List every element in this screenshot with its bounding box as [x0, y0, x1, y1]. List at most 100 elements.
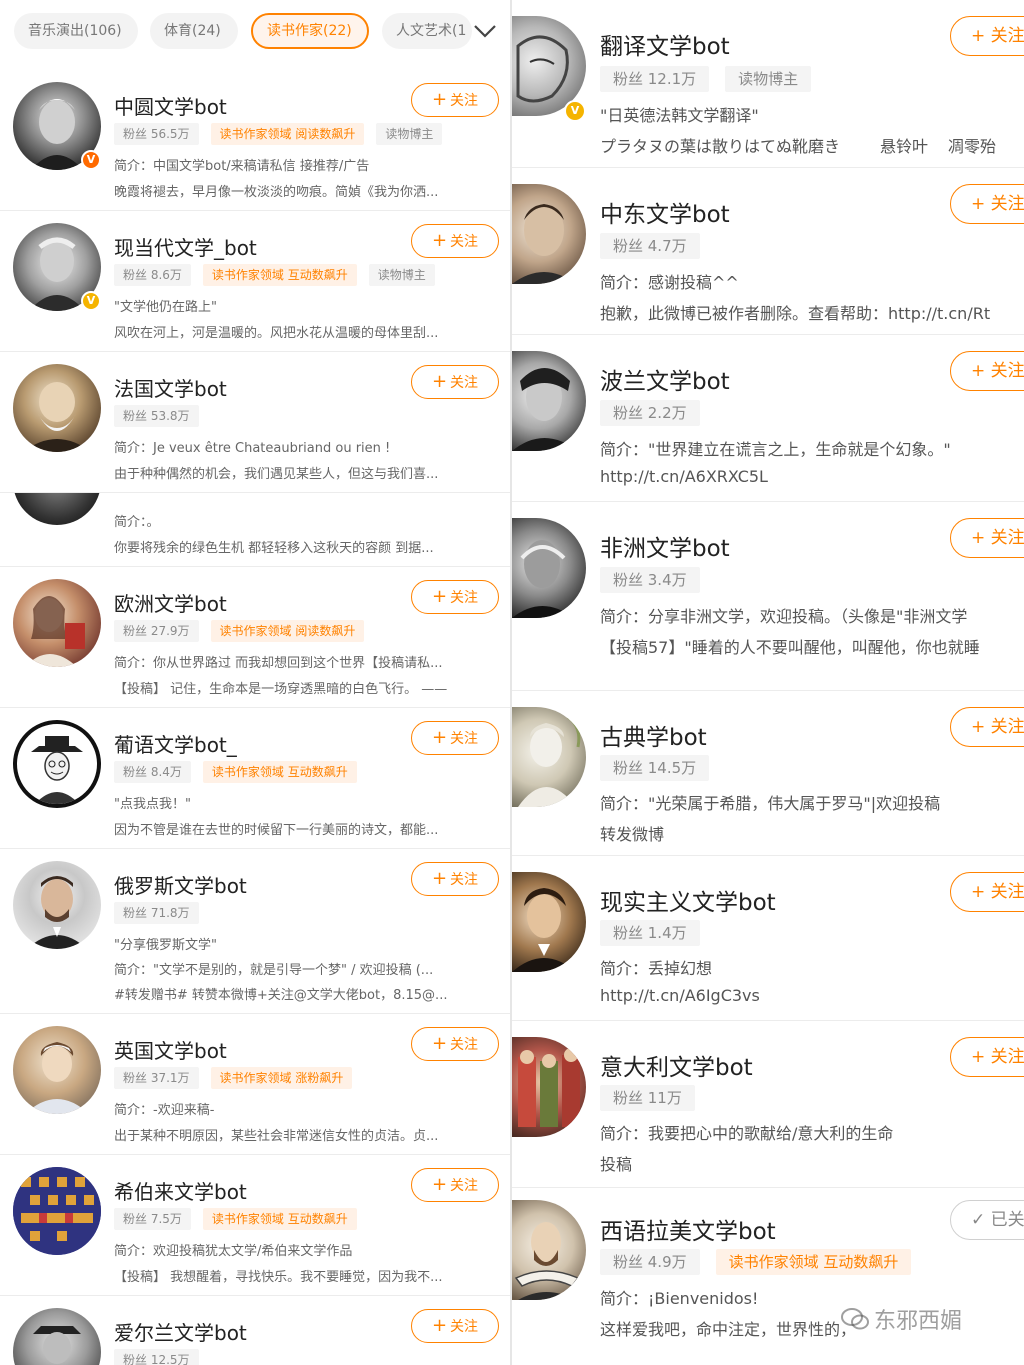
- latest-post-text: 出于某种不明原因，某些社会非常迷信女性的贞洁。贞...: [114, 1129, 439, 1144]
- user-card[interactable]: V 现当代文学_bot + 关注 粉丝 8.6万 读书作家领域 互动数飙升 读物博主 …: [0, 211, 510, 352]
- user-card[interactable]: 法国文学bot + 关注 粉丝 53.8万 简介：Je veux être Cha…: [0, 352, 510, 493]
- user-name[interactable]: 古典学bot: [600, 718, 707, 752]
- user-name[interactable]: 中圆文学bot: [114, 91, 227, 120]
- user-name[interactable]: 现实主义文学bot: [600, 883, 776, 917]
- bio-text: 简介：你从世界路过 而我却想回到这个世界【投稿请私...: [114, 656, 443, 671]
- tag-row: 粉丝 7.5万 读书作家领域 互动数飙升: [114, 1208, 369, 1230]
- fans-count: 粉丝 37.1万: [114, 1067, 199, 1089]
- user-name[interactable]: 爱尔兰文学bot: [114, 1317, 247, 1346]
- latest-post-text: 【投稿】 我想醒着，寻找快乐。我不要睡觉，因为我不...: [114, 1270, 443, 1285]
- user-name[interactable]: 俄罗斯文学bot: [114, 870, 247, 899]
- user-name[interactable]: 中东文学bot: [600, 195, 730, 229]
- user-name[interactable]: 葡语文学bot_: [114, 729, 237, 758]
- follow-button[interactable]: + 关注: [411, 83, 499, 117]
- avatar[interactable]: [512, 184, 586, 284]
- user-name[interactable]: 翻译文学bot: [600, 27, 730, 61]
- follow-button[interactable]: + 关注: [950, 184, 1024, 224]
- user-name[interactable]: 非洲文学bot: [600, 529, 730, 563]
- tab-music[interactable]: 音乐演出(106): [14, 13, 138, 49]
- latest-post-text: 转发微博: [600, 825, 665, 844]
- avatar[interactable]: [13, 364, 101, 452]
- user-card[interactable]: 简介：。 你要将残余的绿色生机 都轻轻移入这秋天的容颜 到据...: [0, 493, 510, 567]
- user-card[interactable]: 意大利文学bot + 关注 粉丝 11万 简介：我要把心中的歌献给/意大利的生命…: [512, 1021, 1024, 1188]
- tag-row: 粉丝 2.2万: [600, 400, 716, 426]
- follow-button[interactable]: + 关注: [950, 518, 1024, 558]
- bio-text: 简介："文学不是别的，就是引导一个梦" / 欢迎投稿 (...: [114, 963, 434, 978]
- follow-button[interactable]: + 关注: [411, 224, 499, 258]
- user-card[interactable]: 爱尔兰文学bot + 关注 粉丝 12.5万: [0, 1296, 510, 1365]
- follow-button[interactable]: + 关注: [950, 16, 1024, 56]
- avatar[interactable]: [13, 1026, 101, 1114]
- follow-button[interactable]: + 关注: [950, 872, 1024, 912]
- follow-button[interactable]: + 关注: [411, 1309, 499, 1343]
- user-card[interactable]: 西语拉美文学bot ✓ 已关注 粉丝 4.9万读书作家领域 互动数飙升 简介：¡…: [512, 1188, 1024, 1365]
- follow-button[interactable]: + 关注: [411, 862, 499, 896]
- tag-row: 粉丝 53.8万: [114, 405, 211, 427]
- follow-button[interactable]: + 关注: [411, 1168, 499, 1202]
- user-name[interactable]: 希伯来文学bot: [114, 1176, 247, 1205]
- fans-count: 粉丝 1.4万: [600, 920, 700, 946]
- user-card[interactable]: 俄罗斯文学bot + 关注 粉丝 71.8万 "分享俄罗斯文学" 简介："文学不是…: [0, 849, 510, 1014]
- follow-button[interactable]: + 关注: [950, 351, 1024, 391]
- user-card[interactable]: 葡语文学bot_ + 关注 粉丝 8.4万 读书作家领域 互动数飙升 "点我点我！"…: [0, 708, 510, 849]
- avatar[interactable]: [13, 493, 101, 525]
- user-card[interactable]: V 中圆文学bot + 关注 粉丝 56.5万 读书作家领域 阅读数飙升 读物博主 简…: [0, 70, 510, 211]
- user-name[interactable]: 意大利文学bot: [600, 1048, 753, 1082]
- profile-link[interactable]: http://t.cn/A6IgC3vs: [600, 986, 1024, 1005]
- user-card[interactable]: 古典学bot + 关注 粉丝 14.5万 简介："光荣属于希腊，伟大属于罗马"|…: [512, 691, 1024, 856]
- user-card[interactable]: 现实主义文学bot + 关注 粉丝 1.4万 简介：丢掉幻想 http://t.…: [512, 856, 1024, 1021]
- tab-humanities[interactable]: 人文艺术(1: [382, 13, 472, 49]
- avatar[interactable]: [512, 707, 586, 807]
- user-card[interactable]: 非洲文学bot + 关注 粉丝 3.4万 简介：分享非洲文学，欢迎投稿。（头像是…: [512, 502, 1024, 691]
- user-card[interactable]: 欧洲文学bot + 关注 粉丝 27.9万 读书作家领域 阅读数飙升 简介：你从世界…: [0, 567, 510, 708]
- follow-button[interactable]: + 关注: [411, 580, 499, 614]
- user-card[interactable]: 英国文学bot + 关注 粉丝 37.1万 读书作家领域 涨粉飙升 简介：-欢迎来稿…: [0, 1014, 510, 1155]
- user-name[interactable]: 法国文学bot: [114, 373, 227, 402]
- tab-books-writers[interactable]: 读书作家(22): [251, 13, 369, 49]
- avatar[interactable]: [512, 1200, 586, 1300]
- fans-count: 粉丝 12.1万: [600, 66, 710, 92]
- user-name[interactable]: 现当代文学_bot: [114, 232, 257, 261]
- tag-row: 粉丝 56.5万 读书作家领域 阅读数飙升 读物博主: [114, 123, 454, 145]
- user-card[interactable]: 中东文学bot + 关注 粉丝 4.7万 简介：感谢投稿^^ 抱歉，此微博已被作…: [512, 168, 1024, 335]
- tag-row: 粉丝 3.4万: [600, 567, 716, 593]
- trend-badge: 读书作家领域 互动数飙升: [715, 1249, 912, 1275]
- follow-button[interactable]: + 关注: [950, 1037, 1024, 1077]
- verified-badge-icon: V: [81, 291, 101, 311]
- tab-sports[interactable]: 体育(24): [150, 13, 238, 49]
- fans-count: 粉丝 7.5万: [114, 1208, 191, 1230]
- fans-count: 粉丝 3.4万: [600, 567, 700, 593]
- tag-row: 粉丝 71.8万: [114, 902, 211, 924]
- follow-button[interactable]: + 关注: [411, 721, 499, 755]
- avatar[interactable]: [13, 1308, 101, 1365]
- user-card[interactable]: 波兰文学bot + 关注 粉丝 2.2万 简介："世界建立在谎言之上，生命就是个…: [512, 335, 1024, 502]
- bio-text: 简介：欢迎投稿犹太文学/希伯来文学作品: [114, 1244, 353, 1259]
- user-name[interactable]: 欧洲文学bot: [114, 588, 227, 617]
- avatar[interactable]: [13, 1167, 101, 1255]
- avatar[interactable]: [512, 872, 586, 972]
- followed-button[interactable]: ✓ 已关注: [950, 1200, 1024, 1240]
- latest-post-text: 抱歉，此微博已被作者删除。查看帮助：http://t.cn/Rt: [600, 304, 991, 323]
- avatar[interactable]: [13, 579, 101, 667]
- fans-count: 粉丝 12.5万: [114, 1349, 199, 1365]
- user-card[interactable]: 希伯来文学bot + 关注 粉丝 7.5万 读书作家领域 互动数飙升 简介：欢迎投稿…: [0, 1155, 510, 1296]
- avatar[interactable]: [13, 861, 101, 949]
- user-name[interactable]: 西语拉美文学bot: [600, 1212, 776, 1246]
- fans-count: 粉丝 56.5万: [114, 123, 199, 145]
- avatar[interactable]: [13, 720, 101, 808]
- avatar[interactable]: [512, 351, 586, 451]
- follow-button[interactable]: + 关注: [411, 365, 499, 399]
- bio-text: 简介："光荣属于希腊，伟大属于罗马"|欢迎投稿: [600, 794, 941, 813]
- chevron-down-icon[interactable]: [468, 16, 502, 46]
- follow-button[interactable]: + 关注: [411, 1027, 499, 1061]
- profile-link[interactable]: http://t.cn/A6XRXC5L: [600, 467, 1024, 486]
- avatar[interactable]: [512, 1037, 586, 1137]
- user-name[interactable]: 英国文学bot: [114, 1035, 227, 1064]
- watermark: 东邪西媚: [874, 1309, 963, 1334]
- latest-post-text: 【投稿57】"睡着的人不要叫醒他，叫醒他，你也就睡: [600, 638, 980, 657]
- trend-badge: 读书作家领域 阅读数飙升: [210, 620, 365, 642]
- user-name[interactable]: 波兰文学bot: [600, 362, 730, 396]
- avatar[interactable]: [512, 518, 586, 618]
- follow-button[interactable]: + 关注: [950, 707, 1024, 747]
- user-card[interactable]: V 翻译文学bot + 关注 粉丝 12.1万 读物博主 "日英德法韩文学翻译" …: [512, 0, 1024, 168]
